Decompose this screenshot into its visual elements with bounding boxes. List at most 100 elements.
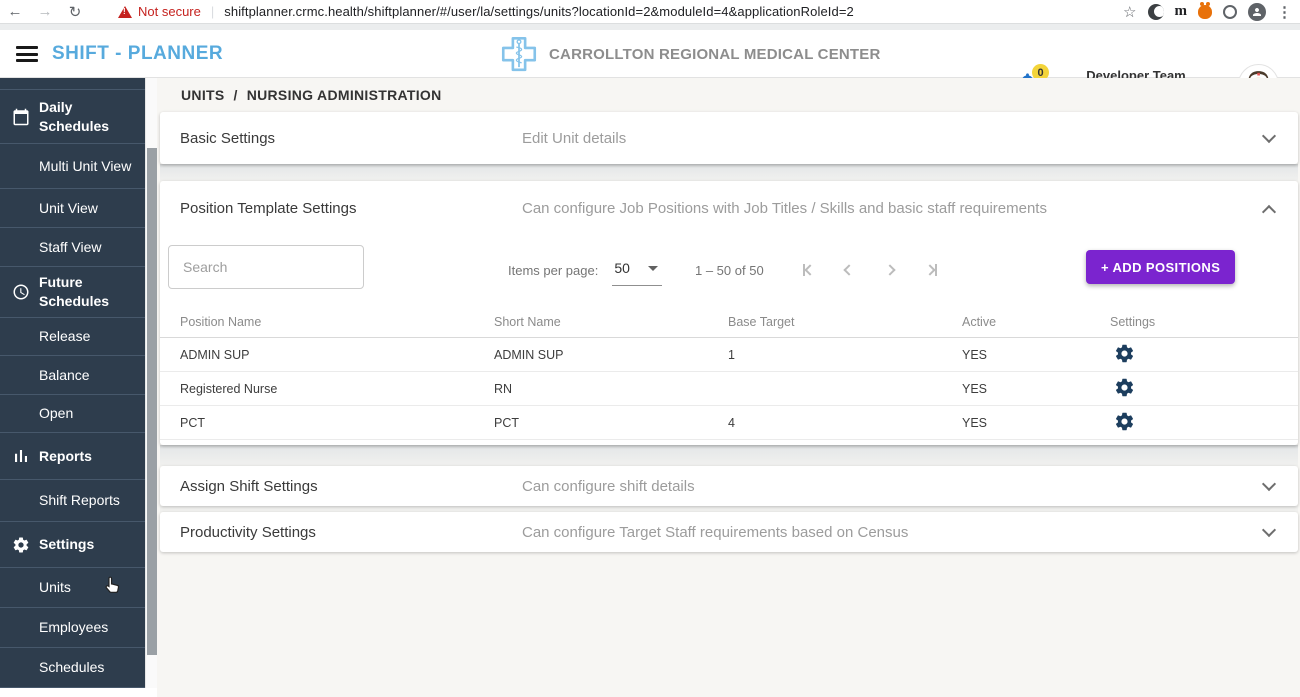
org-brand: CARROLLTON REGIONAL MEDICAL CENTER bbox=[497, 33, 881, 75]
breadcrumb: UNITS / NURSING ADMINISTRATION bbox=[160, 78, 1298, 112]
productivity-settings-header[interactable]: Productivity Settings Can configure Targ… bbox=[160, 512, 1298, 552]
cell-active: YES bbox=[962, 382, 1110, 396]
sidebar-item-daily-schedules[interactable]: Daily Schedules bbox=[0, 90, 145, 144]
sidebar-item-multi-unit-view[interactable]: Multi Unit View bbox=[0, 144, 145, 189]
app-header: SHIFT - PLANNER CARROLLTON REGIONAL MEDI… bbox=[0, 30, 1300, 78]
cell-short-name: ADMIN SUP bbox=[494, 348, 728, 362]
not-secure-label[interactable]: Not secure bbox=[138, 4, 201, 19]
basic-settings-panel: Basic Settings Edit Unit details bbox=[160, 112, 1298, 164]
browser-menu-icon[interactable]: ⋮ bbox=[1277, 3, 1292, 21]
row-settings-gear-icon[interactable] bbox=[1112, 411, 1136, 435]
col-base-target: Base Target bbox=[728, 315, 962, 329]
breadcrumb-separator: / bbox=[234, 87, 238, 103]
cell-base-target: 1 bbox=[728, 348, 962, 362]
paw-extension-icon[interactable] bbox=[1198, 5, 1212, 19]
sidebar-item-staff-view[interactable]: Staff View bbox=[0, 228, 145, 267]
sidebar-scrollbar-thumb[interactable] bbox=[147, 148, 157, 655]
panel-subtitle: Can configure shift details bbox=[522, 478, 695, 495]
chrome-strip bbox=[0, 23, 1300, 30]
sidebar-item-release[interactable]: Release bbox=[0, 318, 145, 356]
browser-back-icon[interactable]: ← bbox=[0, 3, 30, 20]
col-short-name: Short Name bbox=[494, 315, 728, 329]
positions-toolbar: Items per page: 50 1 – 50 of 50 + ADD PO… bbox=[160, 236, 1298, 307]
panel-gap bbox=[160, 164, 1298, 181]
menu-hamburger-icon[interactable] bbox=[16, 46, 38, 62]
sidebar-item-employees[interactable]: Employees bbox=[0, 608, 145, 648]
cell-active: YES bbox=[962, 416, 1110, 430]
cell-position-name: Registered Nurse bbox=[180, 382, 494, 396]
breadcrumb-units[interactable]: UNITS bbox=[181, 87, 225, 103]
dropdown-caret-icon bbox=[648, 266, 658, 271]
prev-page-button[interactable] bbox=[837, 258, 861, 282]
not-secure-warning-icon[interactable] bbox=[118, 6, 132, 18]
dashboard-icon bbox=[12, 78, 30, 79]
col-settings: Settings bbox=[1110, 315, 1298, 329]
sidebar-item-open[interactable]: Open bbox=[0, 395, 145, 433]
table-row: PCT PCT 4 YES bbox=[160, 406, 1298, 440]
items-per-page-label: Items per page: bbox=[508, 260, 598, 278]
search-input[interactable] bbox=[168, 245, 364, 289]
position-settings-header[interactable]: Position Template Settings Can configure… bbox=[160, 181, 1298, 236]
gear-icon bbox=[12, 536, 30, 554]
panel-title: Productivity Settings bbox=[180, 524, 522, 541]
dark-mode-extension-icon[interactable] bbox=[1148, 4, 1164, 20]
sidebar-item-settings[interactable]: Settings bbox=[0, 522, 145, 568]
sidebar-item-schedules[interactable]: Schedules bbox=[0, 648, 145, 688]
sidebar-item-dashboard[interactable]: Dashboard bbox=[0, 78, 145, 90]
next-page-button[interactable] bbox=[878, 258, 902, 282]
browser-profile-icon[interactable] bbox=[1248, 3, 1266, 21]
panel-title: Basic Settings bbox=[180, 130, 522, 147]
address-bar-url[interactable]: shiftplanner.crmc.health/shiftplanner/#/… bbox=[224, 4, 854, 19]
sidebar-scrollbar[interactable] bbox=[145, 78, 157, 688]
main-content: UNITS / NURSING ADMINISTRATION Basic Set… bbox=[157, 78, 1300, 697]
m-extension-icon[interactable]: m bbox=[1175, 3, 1188, 20]
positions-table-header: Position Name Short Name Base Target Act… bbox=[160, 307, 1298, 338]
sidebar-item-shift-reports[interactable]: Shift Reports bbox=[0, 480, 145, 522]
sidebar-item-future-schedules[interactable]: Future Schedules bbox=[0, 267, 145, 318]
browser-toolbar: ← → ↻ Not secure | shiftplanner.crmc.hea… bbox=[0, 0, 1300, 23]
assign-shift-settings-header[interactable]: Assign Shift Settings Can configure shif… bbox=[160, 466, 1298, 506]
table-row: ADMIN SUP ADMIN SUP 1 YES bbox=[160, 338, 1298, 372]
chevron-down-icon[interactable] bbox=[1262, 129, 1276, 143]
sidebar-item-balance[interactable]: Balance bbox=[0, 356, 145, 395]
browser-actions: ☆ m ⋮ bbox=[1123, 0, 1292, 23]
chevron-down-icon[interactable] bbox=[1262, 523, 1276, 537]
org-name: CARROLLTON REGIONAL MEDICAL CENTER bbox=[549, 46, 881, 63]
bookmark-star-icon[interactable]: ☆ bbox=[1123, 3, 1136, 21]
calendar-icon bbox=[12, 108, 30, 126]
screen: ← → ↻ Not secure | shiftplanner.crmc.hea… bbox=[0, 0, 1300, 697]
cell-base-target: 4 bbox=[728, 416, 962, 430]
panel-subtitle: Edit Unit details bbox=[522, 130, 626, 147]
panel-title: Position Template Settings bbox=[180, 200, 522, 217]
sidebar-item-unit-view[interactable]: Unit View bbox=[0, 189, 145, 228]
position-template-settings-panel: Position Template Settings Can configure… bbox=[160, 181, 1298, 445]
cell-short-name: PCT bbox=[494, 416, 728, 430]
items-per-page-select[interactable]: 50 bbox=[612, 260, 662, 286]
cell-short-name: RN bbox=[494, 382, 728, 396]
col-position-name: Position Name bbox=[180, 315, 494, 329]
chevron-down-icon[interactable] bbox=[1262, 477, 1276, 491]
add-positions-button[interactable]: + ADD POSITIONS bbox=[1086, 250, 1235, 284]
panel-subtitle: Can configure Target Staff requirements … bbox=[522, 524, 908, 541]
pagination-range-label: 1 – 50 of 50 bbox=[695, 263, 764, 278]
col-active: Active bbox=[962, 315, 1110, 329]
cell-active: YES bbox=[962, 348, 1110, 362]
sidebar-item-reports[interactable]: Reports bbox=[0, 433, 145, 480]
clock-icon bbox=[12, 283, 30, 301]
sidebar-nav: Dashboard Daily Schedules Multi Unit Vie… bbox=[0, 78, 145, 688]
cell-position-name: ADMIN SUP bbox=[180, 348, 494, 362]
browser-reload-icon[interactable]: ↻ bbox=[60, 3, 90, 21]
cell-position-name: PCT bbox=[180, 416, 494, 430]
ring-extension-icon[interactable] bbox=[1223, 5, 1237, 19]
chevron-up-icon[interactable] bbox=[1262, 204, 1276, 218]
first-page-button[interactable] bbox=[796, 258, 820, 282]
last-page-button[interactable] bbox=[919, 258, 943, 282]
row-settings-gear-icon[interactable] bbox=[1112, 377, 1136, 401]
assign-shift-settings-panel: Assign Shift Settings Can configure shif… bbox=[160, 466, 1298, 506]
row-settings-gear-icon[interactable] bbox=[1112, 343, 1136, 367]
person-icon bbox=[1251, 6, 1263, 18]
browser-forward-icon[interactable]: → bbox=[30, 3, 60, 20]
app-title: SHIFT - PLANNER bbox=[52, 43, 223, 65]
url-divider: | bbox=[211, 4, 214, 19]
basic-settings-header[interactable]: Basic Settings Edit Unit details bbox=[160, 112, 1298, 164]
